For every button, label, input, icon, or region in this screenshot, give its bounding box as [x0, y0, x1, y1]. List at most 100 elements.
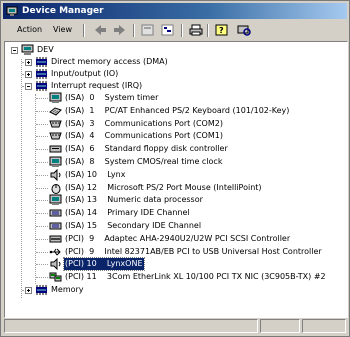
- irq-device-label: (PCI) 9 Adaptec AHA-2940U2/U2W PCI SCSI …: [65, 233, 291, 243]
- expand-icon[interactable]: [25, 59, 32, 66]
- tree-line: [36, 200, 48, 202]
- floppy-icon: [49, 143, 62, 155]
- status-bar-pane: [302, 319, 346, 333]
- irq-device-label: (ISA) 14 Primary IDE Channel: [65, 208, 190, 218]
- print-button[interactable]: [187, 23, 205, 38]
- resource-icon: [35, 68, 48, 80]
- forward-icon: [114, 25, 125, 35]
- help-button[interactable]: ?: [213, 23, 231, 38]
- toolbar-separator: [83, 24, 85, 37]
- ide-icon: [49, 207, 62, 219]
- properties-button[interactable]: [139, 23, 157, 38]
- back-icon: [95, 25, 106, 35]
- irq-device-label: (ISA) 15 Secondary IDE Channel: [65, 221, 202, 230]
- title-bar[interactable]: Device Manager: [3, 3, 347, 19]
- irq-device-row[interactable]: (ISA) 12 Microsoft PS/2 Port Mouse (Inte…: [5, 182, 345, 194]
- tree-line: [36, 136, 48, 138]
- resource-icon: [35, 56, 48, 68]
- menu-action[interactable]: Action: [15, 23, 44, 36]
- scan-icon: [237, 25, 251, 36]
- irq-device-row[interactable]: (ISA) 10 Lynx: [5, 168, 345, 182]
- print-icon: [189, 24, 203, 36]
- tree-category-label: Memory: [51, 285, 84, 294]
- irq-device-row[interactable]: (ISA) 6 Standard floppy disk controller: [5, 143, 345, 155]
- device-manager-window: Device Manager Action View ? DEV Direct …: [0, 0, 350, 337]
- irq-device-row[interactable]: (PCI) 10 LynxONE: [5, 257, 345, 272]
- tree-category-irq[interactable]: Interrupt request (IRQ): [5, 80, 345, 92]
- device-manager-icon: [6, 5, 18, 17]
- tree-line: [36, 226, 48, 227]
- status-bar-pane: [4, 319, 258, 333]
- collapse-icon[interactable]: [25, 83, 32, 90]
- tree-root-label: DEV: [37, 45, 54, 54]
- irq-device-label: (ISA) 6 Standard floppy disk controller: [65, 144, 228, 154]
- scan-hardware-button[interactable]: [235, 23, 253, 38]
- irq-device-label: (ISA) 0 System timer: [65, 93, 159, 102]
- svg-text:?: ?: [219, 26, 224, 35]
- irq-device-row[interactable]: (PCI) 9 Intel 82371AB/EB PCI to USB Univ…: [5, 246, 345, 258]
- tree-category-memory[interactable]: Memory: [5, 284, 345, 296]
- port-icon: [49, 118, 62, 130]
- irq-device-row[interactable]: (ISA) 8 System CMOS/real time clock: [5, 156, 345, 168]
- resource-icon: [35, 284, 48, 296]
- tree-line: [36, 277, 48, 279]
- tree-line: [36, 149, 48, 151]
- toolbar-separator: [181, 24, 183, 37]
- tree-category-label: Input/output (IO): [51, 69, 119, 78]
- irq-device-row[interactable]: (ISA) 14 Primary IDE Channel: [5, 207, 345, 219]
- irq-device-row[interactable]: (ISA) 3 Communications Port (COM2): [5, 118, 345, 130]
- irq-device-label: (PCI) 9 Intel 82371AB/EB PCI to USB Univ…: [65, 246, 322, 256]
- irq-device-row[interactable]: (ISA) 15 Secondary IDE Channel: [5, 220, 345, 232]
- tree-view-icon: [161, 24, 174, 36]
- irq-device-label: (ISA) 8 System CMOS/real time clock: [65, 157, 223, 166]
- irq-device-label: (ISA) 4 Communications Port (COM1): [65, 131, 223, 141]
- resource-icon: [35, 80, 48, 92]
- tree-line: [36, 98, 48, 99]
- tree-line: [36, 174, 48, 176]
- timer-icon: [49, 92, 62, 104]
- computer-icon: [49, 156, 62, 168]
- expand-icon[interactable]: [25, 71, 32, 78]
- ide-icon: [49, 220, 62, 232]
- status-bar-pane: [260, 319, 300, 333]
- menu-toolbar: Action View ?: [3, 21, 347, 39]
- collapse-icon[interactable]: [11, 47, 18, 54]
- irq-device-row[interactable]: (ISA) 4 Communications Port (COM1): [5, 130, 345, 142]
- computer-icon: [49, 194, 62, 206]
- forward-button[interactable]: [111, 23, 129, 38]
- port-icon: [49, 130, 62, 142]
- properties-icon: [141, 24, 154, 36]
- irq-device-label: (PCI) 10 LynxONE: [63, 257, 145, 272]
- expand-icon[interactable]: [25, 287, 32, 294]
- irq-device-row[interactable]: (ISA) 0 System timer: [5, 92, 345, 104]
- scsi-icon: [49, 233, 62, 245]
- irq-device-row[interactable]: (PCI) 9 Adaptec AHA-2940U2/U2W PCI SCSI …: [5, 233, 345, 245]
- tree-line: [36, 162, 48, 163]
- computer-icon: [21, 44, 34, 56]
- irq-device-label: (ISA) 13 Numeric data processor: [65, 195, 203, 205]
- sound-icon: [49, 258, 62, 271]
- back-button[interactable]: [91, 23, 109, 38]
- irq-device-label: (ISA) 10 Lynx: [65, 169, 126, 179]
- tree-category-dma[interactable]: Direct memory access (DMA): [5, 56, 345, 68]
- device-tree[interactable]: DEV Direct memory access (DMA) Input/out…: [4, 41, 348, 318]
- usb-icon: [49, 246, 62, 258]
- tree-root-row[interactable]: DEV: [5, 44, 345, 56]
- mouse-icon: [49, 182, 62, 194]
- tree-line: [36, 264, 48, 266]
- menu-view[interactable]: View: [51, 23, 74, 36]
- tree-view-button[interactable]: [159, 23, 177, 38]
- irq-device-row[interactable]: (PCI) 11 3Com EtherLink XL 10/100 PCI TX…: [5, 271, 345, 283]
- irq-device-row[interactable]: (ISA) 13 Numeric data processor: [5, 194, 345, 206]
- tree-line: [36, 123, 48, 125]
- tree-category-io[interactable]: Input/output (IO): [5, 68, 345, 80]
- tree-line: [36, 238, 48, 240]
- tree-line: [36, 110, 48, 112]
- irq-device-label: (ISA) 3 Communications Port (COM2): [65, 118, 223, 128]
- tree-line: [36, 251, 48, 253]
- irq-device-row[interactable]: (ISA) 1 PC/AT Enhanced PS/2 Keyboard (10…: [5, 105, 345, 117]
- network-icon: [49, 271, 62, 283]
- help-icon: ?: [215, 24, 228, 36]
- irq-device-label: (PCI) 11 3Com EtherLink XL 10/100 PCI TX…: [65, 272, 326, 282]
- tree-line: [36, 187, 48, 189]
